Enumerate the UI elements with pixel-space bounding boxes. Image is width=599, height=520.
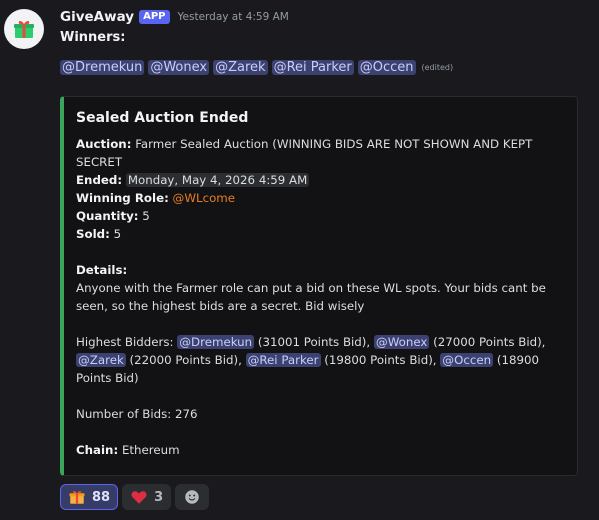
mention-occen[interactable]: @Occen xyxy=(357,60,416,75)
details-line: Anyone with the Farmer role can put a bi… xyxy=(76,281,546,295)
avatar[interactable] xyxy=(4,9,44,49)
bidder-bid: (18900 xyxy=(493,353,539,367)
mention-rei-parker[interactable]: @Rei Parker xyxy=(271,60,354,75)
bidder-bid: (27000 Points Bid), xyxy=(429,335,546,349)
bidder-bid: (19800 Points Bid), xyxy=(320,353,441,367)
auction-field: Auction: Farmer Sealed Auction (WINNING … xyxy=(76,135,565,153)
sold-field: Sold: 5 xyxy=(76,225,565,243)
mention-wonex[interactable]: @Wonex xyxy=(148,60,210,75)
app-badge: APP xyxy=(139,10,170,24)
bidder-bid: (22000 Points Bid), xyxy=(125,353,246,367)
message: GiveAway APP Yesterday at 4:59 AM Winner… xyxy=(0,0,599,520)
auction-value-cont: SECRET xyxy=(76,155,123,169)
gift-icon xyxy=(14,20,34,38)
role-field: Winning Role: @WLcome xyxy=(76,189,565,207)
role-label: Winning Role: xyxy=(76,191,169,205)
gift-icon xyxy=(69,490,85,504)
bidder-mention[interactable]: @Rei Parker xyxy=(245,353,321,367)
number-of-bids: Number of Bids: 276 xyxy=(76,407,198,421)
highest-bidders: Highest Bidders: @Dremekun (31001 Points… xyxy=(76,333,565,351)
username[interactable]: GiveAway xyxy=(60,9,134,25)
sold-label: Sold: xyxy=(76,227,110,241)
winners-label: Winners: xyxy=(60,30,126,45)
details-label: Details: xyxy=(76,263,128,277)
highest-bidders-cont: @Zarek (22000 Points Bid), @Rei Parker (… xyxy=(76,351,565,369)
chain-value: Ethereum xyxy=(121,443,180,457)
ended-timestamp[interactable]: Monday, May 4, 2026 4:59 AM xyxy=(125,173,310,187)
add-reaction-icon xyxy=(185,490,199,504)
bidder-mention[interactable]: @Dremekun xyxy=(177,335,255,349)
quantity-field: Quantity: 5 xyxy=(76,207,565,225)
auction-label: Auction: xyxy=(76,137,132,151)
embed-title: Sealed Auction Ended xyxy=(76,110,249,126)
bidders-label: Highest Bidders: xyxy=(76,335,178,349)
mention-zarek[interactable]: @Zarek xyxy=(213,60,268,75)
chain-field: Chain: Ethereum xyxy=(76,441,565,459)
ended-field: Ended: Monday, May 4, 2026 4:59 AM xyxy=(76,171,565,189)
reaction-count: 3 xyxy=(154,489,164,505)
quantity-label: Quantity: xyxy=(76,209,139,223)
edited-label: (edited) xyxy=(421,63,454,72)
bidders-tail: Points Bid) xyxy=(76,371,139,385)
winners-mentions: @Dremekun @Wonex @Zarek @Rei Parker @Occ… xyxy=(60,60,590,75)
sold-value: 5 xyxy=(113,227,122,241)
add-reaction-button[interactable] xyxy=(175,484,210,510)
reaction-count: 88 xyxy=(92,489,111,505)
ended-label: Ended: xyxy=(76,173,123,187)
details-line: seen, so the highest bids are a secret. … xyxy=(76,299,365,313)
reactions-bar: 88 3 xyxy=(60,484,210,510)
auction-embed: Sealed Auction Ended Auction: Farmer Sea… xyxy=(60,96,578,476)
heart-icon xyxy=(131,491,147,504)
quantity-value: 5 xyxy=(142,209,150,223)
timestamp[interactable]: Yesterday at 4:59 AM xyxy=(178,11,289,23)
bidder-mention[interactable]: @Zarek xyxy=(76,353,126,367)
bidder-mention[interactable]: @Wonex xyxy=(373,335,430,349)
bidder-mention[interactable]: @Occen xyxy=(440,353,494,367)
reaction-gift[interactable]: 88 xyxy=(60,484,119,510)
reaction-heart[interactable]: 3 xyxy=(122,484,172,510)
role-mention[interactable]: @WLcome xyxy=(173,191,236,205)
chain-label: Chain: xyxy=(76,443,119,457)
mention-dremekun[interactable]: @Dremekun xyxy=(60,60,145,75)
auction-value: Farmer Sealed Auction (WINNING BIDS ARE … xyxy=(135,137,533,151)
bidder-bid: (31001 Points Bid), xyxy=(254,335,374,349)
